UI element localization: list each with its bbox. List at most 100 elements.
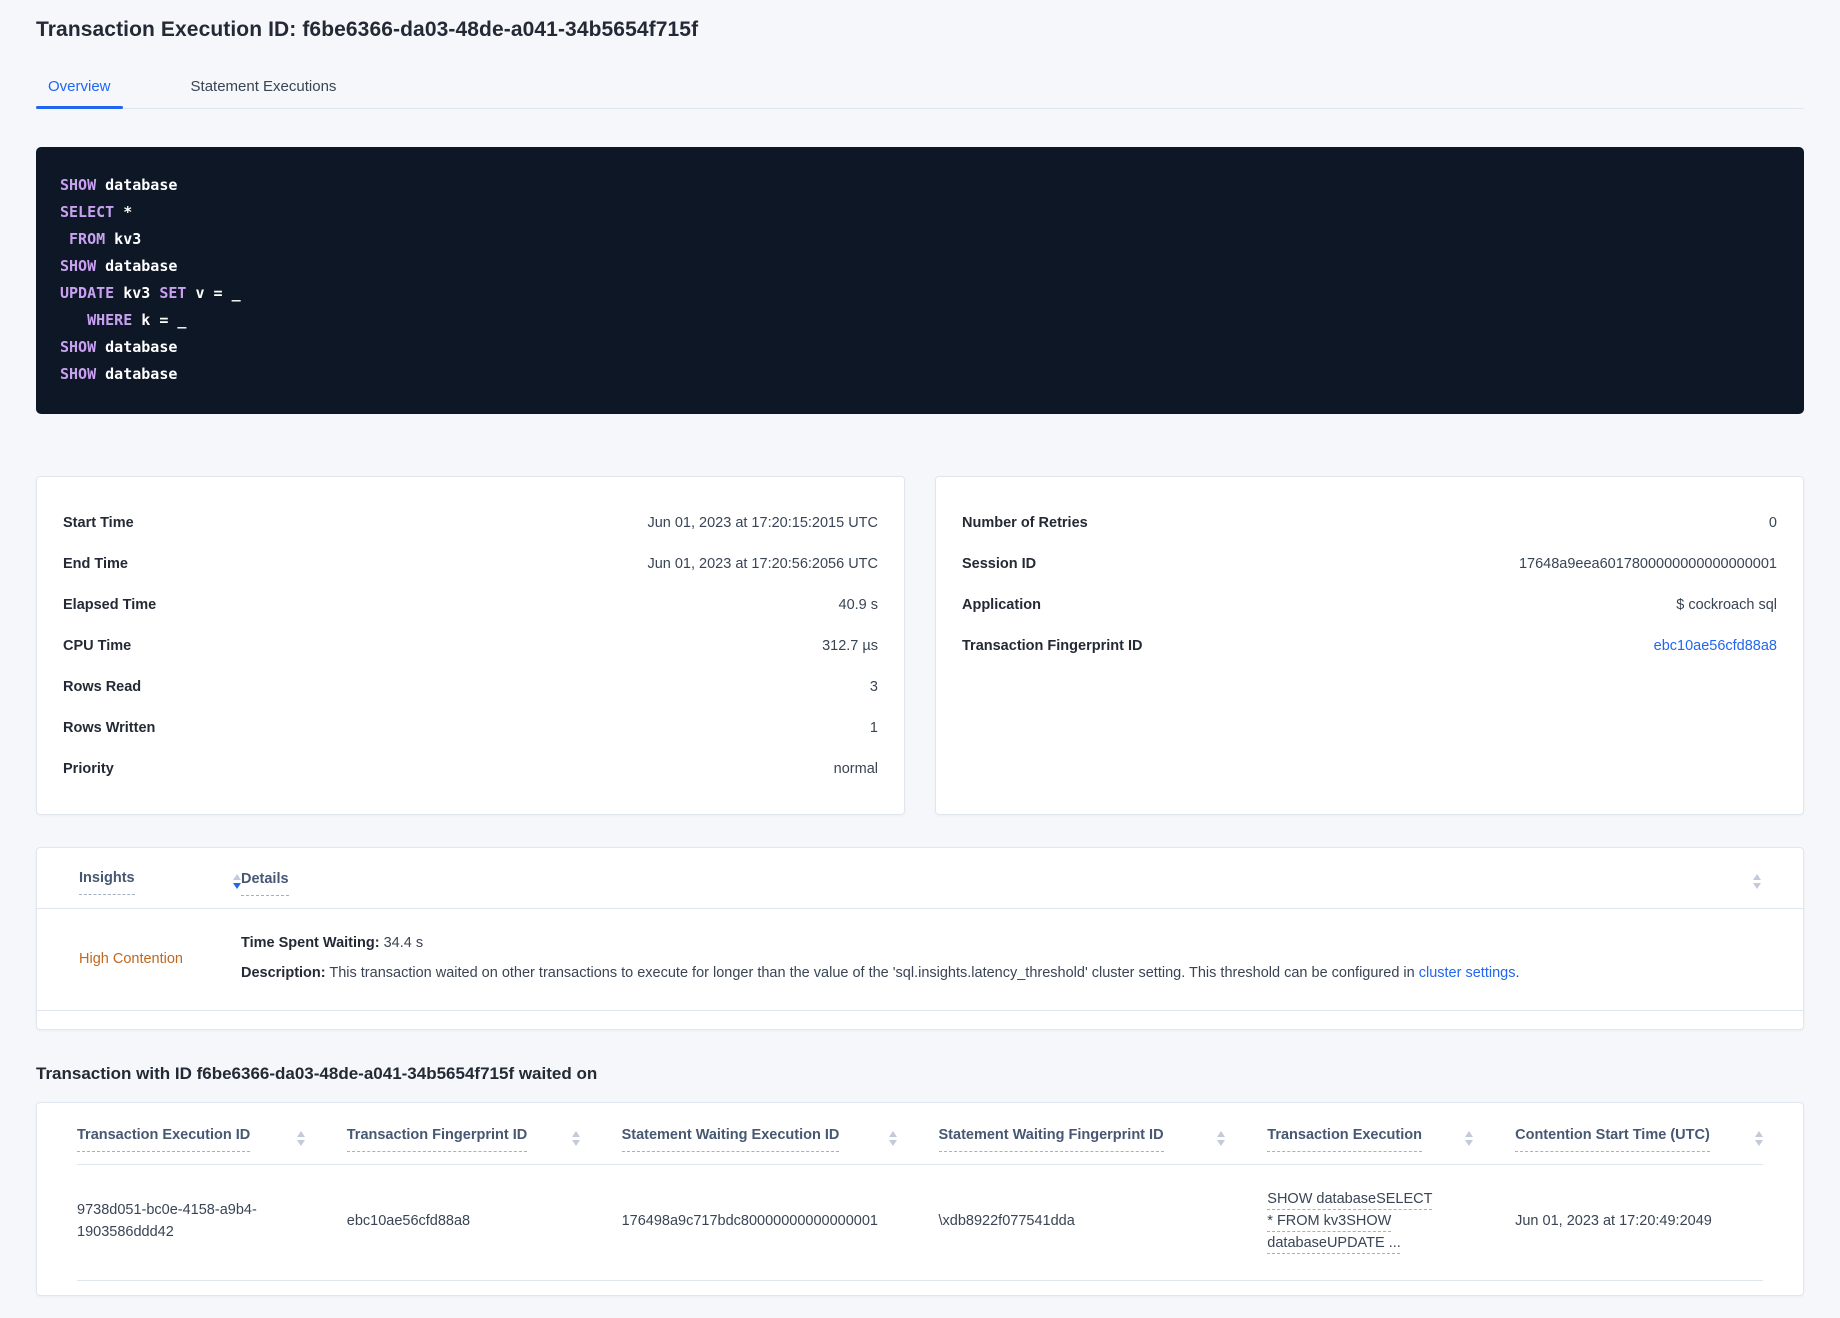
col-label[interactable]: Statement Waiting Fingerprint ID — [938, 1127, 1164, 1153]
session-id-value: 17648a9eea6017800000000000000001 — [1518, 555, 1777, 572]
details-header-label[interactable]: Details — [241, 871, 289, 896]
tab-overview[interactable]: Overview — [36, 68, 123, 109]
end-time-value: Jun 01, 2023 at 17:20:56:2056 UTC — [647, 555, 878, 572]
summary-row-cpu-time: CPU Time 312.7 µs — [63, 625, 878, 666]
insights-column-header[interactable]: Insights — [79, 870, 241, 895]
application-label: Application — [962, 596, 1041, 613]
summary-row-txn-fingerprint: Transaction Fingerprint ID ebc10ae56cfd8… — [962, 625, 1777, 666]
cell-transaction-execution: SHOW databaseSELECT * FROM kv3SHOW datab… — [1267, 1189, 1515, 1254]
summary-row-rows-written: Rows Written 1 — [63, 707, 878, 748]
sort-icon[interactable] — [1753, 874, 1761, 889]
col-transaction-execution-id[interactable]: Transaction Execution ID — [77, 1127, 347, 1153]
col-label[interactable]: Statement Waiting Execution ID — [621, 1127, 840, 1153]
session-id-label: Session ID — [962, 555, 1037, 572]
sql-text: kv3 — [114, 284, 160, 302]
sql-line: WHERE k = _ — [60, 307, 1780, 334]
sort-icon[interactable] — [1465, 1131, 1474, 1147]
end-time-label: End Time — [63, 555, 128, 572]
col-label[interactable]: Transaction Execution ID — [77, 1127, 251, 1153]
col-label[interactable]: Transaction Fingerprint ID — [346, 1127, 528, 1153]
sql-keyword: SHOW — [60, 257, 97, 275]
sort-icon[interactable] — [571, 1131, 580, 1147]
page: Transaction Execution ID: f6be6366-da03-… — [0, 0, 1840, 1297]
col-label[interactable]: Transaction Execution — [1267, 1127, 1422, 1153]
waited-on-table-header: Transaction Execution ID Transaction Fin… — [77, 1103, 1763, 1153]
waited-on-heading: Transaction with ID f6be6366-da03-48de-a… — [36, 1064, 598, 1084]
txn-fingerprint-label: Transaction Fingerprint ID — [962, 637, 1143, 654]
table-row: 9738d051-bc0e-4158-a9b4-1903586ddd42 ebc… — [77, 1165, 1763, 1282]
summary-row-session-id: Session ID 17648a9eea6017800000000000000… — [962, 543, 1777, 584]
sql-keyword: SHOW — [60, 338, 97, 356]
waiting-value: 34.4 s — [379, 935, 424, 951]
description-text: This transaction waited on other transac… — [325, 965, 1419, 982]
priority-label: Priority — [63, 760, 114, 777]
col-contention-start-time[interactable]: Contention Start Time (UTC) — [1515, 1127, 1763, 1153]
sql-line: SHOW database — [60, 334, 1780, 361]
col-transaction-fingerprint-id[interactable]: Transaction Fingerprint ID — [346, 1127, 622, 1153]
sql-text: database — [96, 257, 178, 275]
sql-keyword: WHERE — [87, 311, 133, 329]
sql-line: SHOW database — [60, 172, 1780, 199]
cell-contention-start-time: Jun 01, 2023 at 17:20:49:2049 — [1515, 1212, 1712, 1229]
sql-keyword: SHOW — [60, 365, 97, 383]
sql-text: * — [114, 203, 133, 221]
cpu-time-label: CPU Time — [63, 637, 132, 654]
cell-statement-waiting-fingerprint-id: \xdb8922f077541dda — [938, 1212, 1075, 1229]
insights-table: Insights Details High Contention Time Sp… — [36, 847, 1804, 1031]
retries-label: Number of Retries — [962, 514, 1088, 531]
sql-text: database — [96, 338, 178, 356]
cell-statement-waiting-execution-id: 176498a9c717bdc80000000000000001 — [621, 1212, 878, 1229]
sort-icon[interactable] — [1217, 1131, 1226, 1147]
sort-icon[interactable] — [296, 1131, 305, 1147]
cluster-settings-link[interactable]: cluster settings — [1419, 965, 1516, 981]
sql-line: SHOW database — [60, 361, 1780, 388]
waited-on-table: Transaction Execution ID Transaction Fin… — [36, 1102, 1804, 1297]
start-time-label: Start Time — [63, 514, 134, 531]
description-period: . — [1515, 965, 1520, 982]
sort-desc-icon[interactable] — [233, 874, 241, 895]
txn-fingerprint-link[interactable]: ebc10ae56cfd88a8 — [1654, 638, 1777, 654]
rows-read-value: 3 — [869, 678, 878, 695]
insight-details: Time Spent Waiting: 34.4 s Description: … — [241, 933, 1761, 984]
sql-text: k = _ — [132, 311, 187, 329]
rows-read-label: Rows Read — [63, 678, 142, 695]
sql-keyword: SELECT — [60, 203, 115, 221]
col-transaction-execution[interactable]: Transaction Execution — [1267, 1127, 1515, 1153]
sql-text: v = _ — [186, 284, 241, 302]
col-statement-waiting-fingerprint-id[interactable]: Statement Waiting Fingerprint ID — [938, 1127, 1268, 1153]
details-column-header[interactable]: Details — [241, 870, 1753, 896]
col-statement-waiting-execution-id[interactable]: Statement Waiting Execution ID — [621, 1127, 939, 1153]
summary-row-elapsed-time: Elapsed Time 40.9 s — [63, 584, 878, 625]
col-label[interactable]: Contention Start Time (UTC) — [1515, 1127, 1710, 1153]
priority-value: normal — [833, 760, 878, 777]
insight-row: High Contention Time Spent Waiting: 34.4… — [37, 909, 1803, 1012]
sql-text: database — [96, 176, 178, 194]
summary-row-retries: Number of Retries 0 — [962, 502, 1777, 543]
sql-text: database — [96, 365, 178, 383]
summary-cards: Start Time Jun 01, 2023 at 17:20:15:2015… — [36, 476, 1804, 815]
sort-icon[interactable] — [1754, 1131, 1763, 1147]
sql-line: UPDATE kv3 SET v = _ — [60, 280, 1780, 307]
time-spent-waiting: Time Spent Waiting: 34.4 s — [241, 933, 1761, 954]
insight-description: Description: This transaction waited on … — [241, 963, 1761, 984]
elapsed-time-value: 40.9 s — [838, 596, 879, 613]
transaction-execution-link[interactable]: SHOW databaseSELECT * FROM kv3SHOW datab… — [1267, 1189, 1439, 1254]
sql-keyword: FROM — [69, 230, 106, 248]
sql-line: SELECT * — [60, 199, 1780, 226]
sql-keyword: SHOW — [60, 176, 97, 194]
sort-icon[interactable] — [888, 1131, 897, 1147]
sql-keyword: SET — [159, 284, 187, 302]
application-value: $ cockroach sql — [1676, 596, 1777, 613]
insights-table-header: Insights Details — [37, 848, 1803, 896]
retries-value: 0 — [1768, 514, 1777, 531]
start-time-value: Jun 01, 2023 at 17:20:15:2015 UTC — [647, 514, 878, 531]
sql-keyword: UPDATE — [60, 284, 115, 302]
description-label: Description: — [241, 965, 326, 982]
cell-transaction-execution-id: 9738d051-bc0e-4158-a9b4-1903586ddd42 — [77, 1201, 257, 1240]
elapsed-time-label: Elapsed Time — [63, 596, 157, 613]
sql-text: kv3 — [105, 230, 142, 248]
tab-statement-executions[interactable]: Statement Executions — [179, 68, 349, 108]
waiting-label: Time Spent Waiting: — [241, 935, 380, 951]
insights-header-label[interactable]: Insights — [79, 870, 135, 895]
